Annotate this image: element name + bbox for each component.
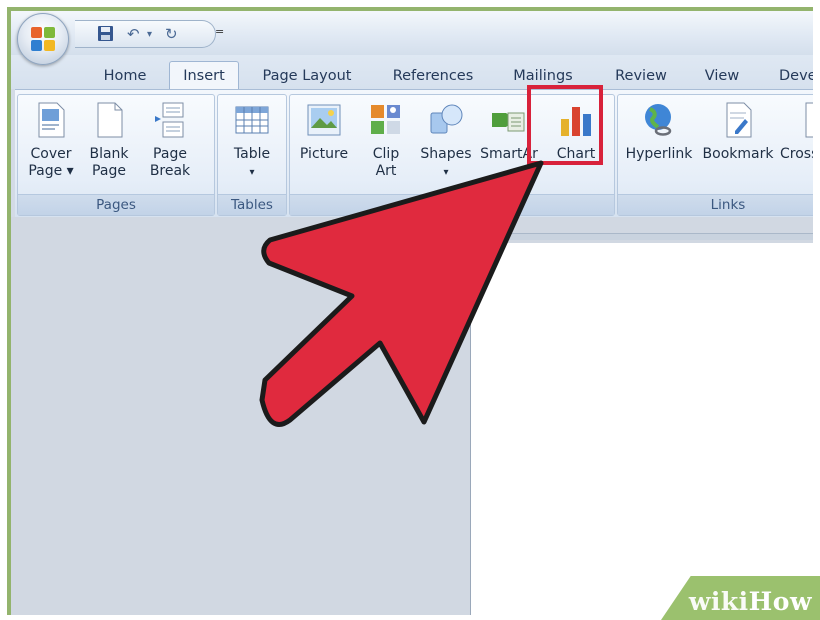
wiki-text: wiki [688,587,749,616]
wikihow-watermark: wikiHow [661,576,820,620]
pointer-arrow-icon [259,160,544,427]
how-text: How [748,587,812,616]
wikihow-logo: wikiHow [689,587,812,616]
